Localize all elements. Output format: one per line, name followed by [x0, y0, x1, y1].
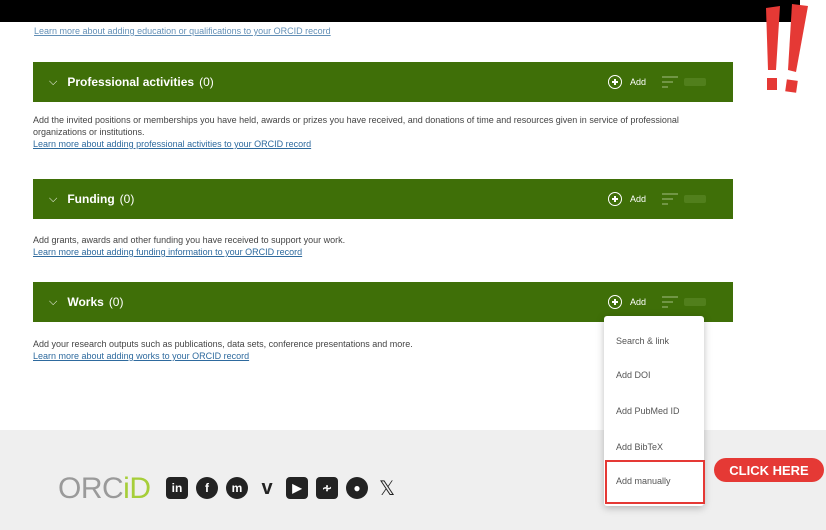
add-button[interactable]: Add [608, 179, 707, 219]
add-label[interactable]: Add [630, 77, 646, 87]
exclamation-marks-icon [766, 4, 808, 93]
sort-icon[interactable] [662, 296, 679, 308]
rss-icon[interactable]: ∻ [316, 477, 338, 499]
funding-learn-more-link[interactable]: Learn more about adding funding informat… [33, 246, 733, 258]
mastodon-icon[interactable]: m [226, 477, 248, 499]
logo-text: ORC [58, 472, 124, 505]
orcid-logo[interactable]: ORCiD [58, 472, 151, 506]
add-doi-option[interactable]: Add DOI [616, 370, 651, 380]
sort-control[interactable] [684, 195, 707, 203]
sort-icon[interactable] [662, 193, 679, 205]
chevron-down-icon[interactable]: ⌵ [49, 296, 57, 309]
chevron-down-icon[interactable]: ⌵ [49, 76, 57, 89]
add-label[interactable]: Add [630, 194, 646, 204]
description-text: Add the invited positions or memberships… [33, 115, 679, 137]
section-count: (0) [199, 75, 214, 89]
section-count: (0) [119, 192, 135, 206]
professional-activities-learn-more-link[interactable]: Learn more about adding professional act… [33, 138, 733, 150]
add-button[interactable]: Add [608, 62, 707, 102]
chevron-down-icon[interactable]: ⌵ [49, 193, 57, 206]
plus-circle-icon[interactable] [608, 192, 622, 206]
funding-description: Add grants, awards and other funding you… [33, 234, 733, 258]
logo-accent: iD [123, 472, 151, 505]
sort-control[interactable] [684, 78, 707, 86]
x-icon[interactable]: 𝕏 [376, 477, 398, 500]
section-count: (0) [108, 295, 124, 309]
professional-activities-header[interactable]: ⌵ Professional activities (0) Add [33, 62, 733, 102]
plus-circle-icon[interactable] [608, 295, 622, 309]
facebook-icon[interactable]: f [196, 477, 218, 499]
plus-circle-icon[interactable] [608, 75, 622, 89]
works-description: Add your research outputs such as public… [33, 338, 593, 362]
github-icon[interactable]: ● [346, 477, 368, 499]
sort-control[interactable] [684, 298, 707, 306]
sort-icon[interactable] [662, 76, 679, 88]
professional-activities-description: Add the invited positions or memberships… [33, 114, 733, 150]
works-learn-more-link[interactable]: Learn more about adding works to your OR… [33, 350, 593, 362]
description-text: Add your research outputs such as public… [33, 339, 413, 349]
social-links: in f m v ▶ ∻ ● 𝕏 [166, 477, 406, 500]
section-title: Works [67, 295, 104, 309]
education-learn-more-link[interactable]: Learn more about adding education or qua… [34, 26, 331, 36]
description-text: Add grants, awards and other funding you… [33, 235, 346, 245]
section-title: Professional activities [67, 75, 195, 89]
add-pubmed-id-option[interactable]: Add PubMed ID [616, 406, 680, 416]
funding-header[interactable]: ⌵ Funding (0) Add [33, 179, 733, 219]
search-and-link-option[interactable]: Search & link [616, 336, 669, 346]
top-black-bar [0, 0, 800, 22]
section-title: Funding [67, 192, 115, 206]
add-bibtex-option[interactable]: Add BibTeX [616, 442, 663, 452]
add-manually-highlight [605, 460, 705, 504]
add-label[interactable]: Add [630, 297, 646, 307]
linkedin-icon[interactable]: in [166, 477, 188, 499]
vimeo-icon[interactable]: v [256, 477, 278, 499]
click-here-callout: CLICK HERE [714, 458, 824, 482]
youtube-icon[interactable]: ▶ [286, 477, 308, 499]
